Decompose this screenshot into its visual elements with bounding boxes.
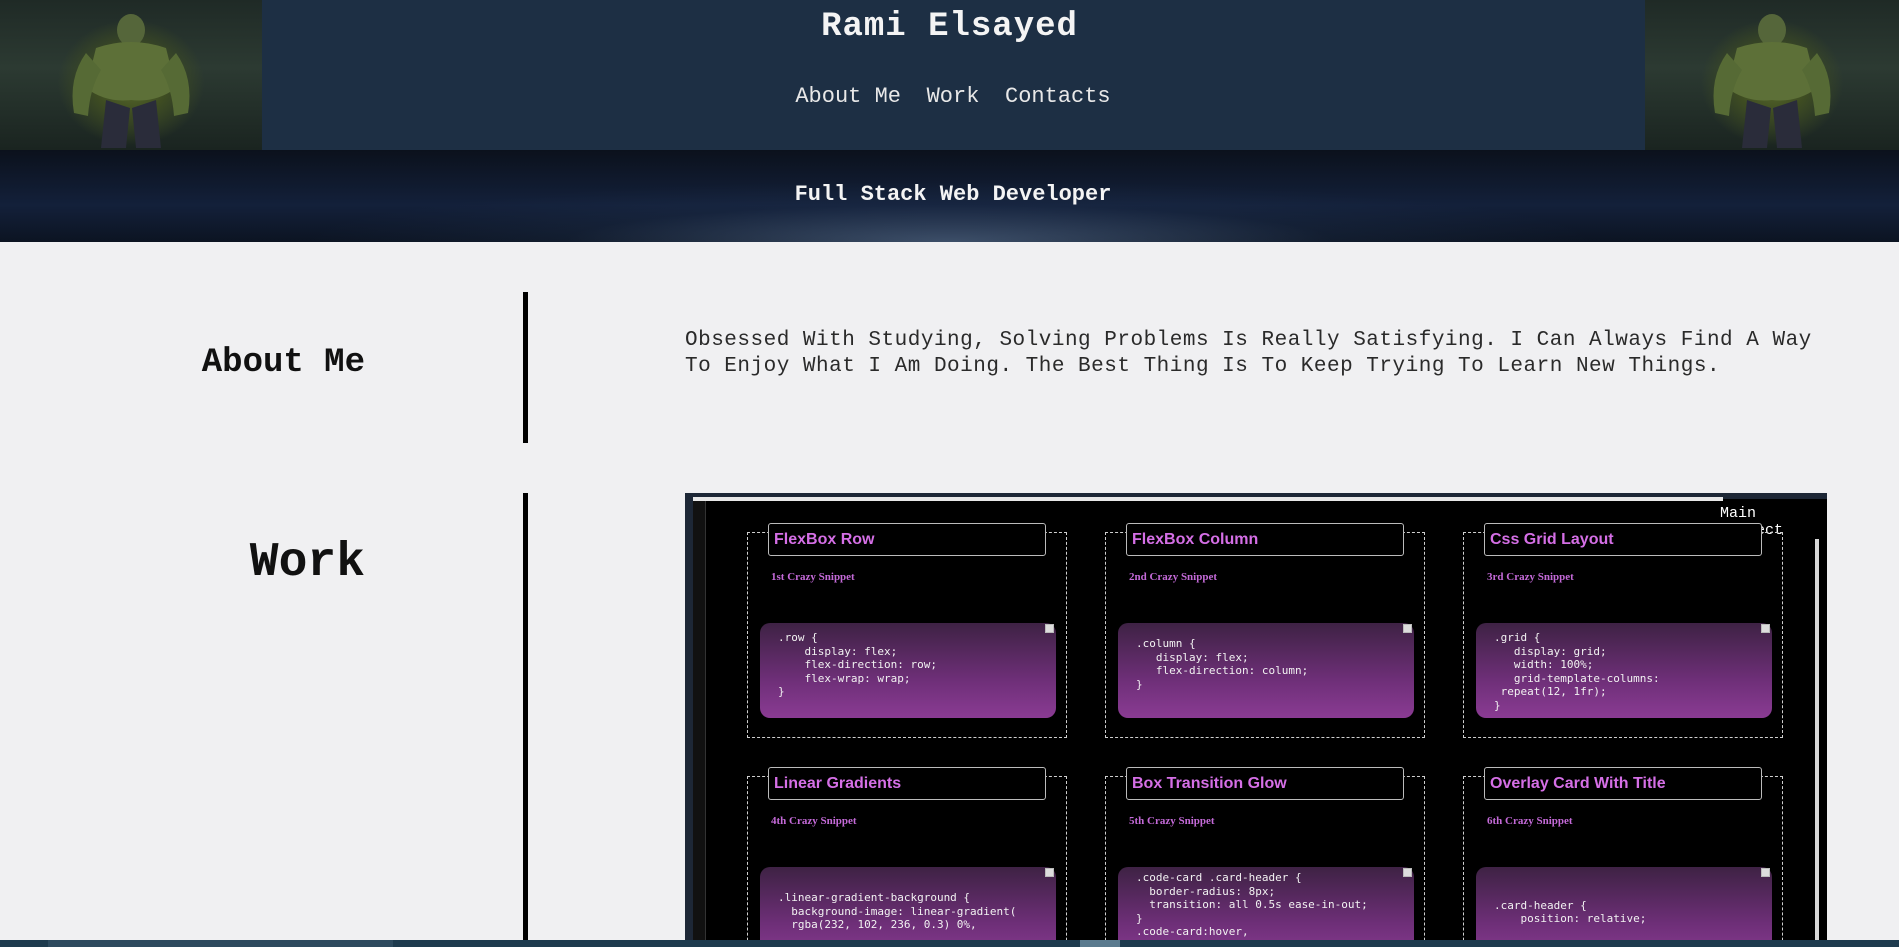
card-title: Overlay Card With Title [1484,767,1762,800]
taskbar-item[interactable] [48,940,393,947]
site-title: Rami Elsayed [821,8,1078,46]
about-heading: About Me [201,344,365,382]
card-title: FlexBox Row [768,523,1046,556]
copy-icon[interactable] [1761,624,1770,633]
os-taskbar [0,940,1899,947]
snippet-card[interactable]: Box Transition Glow 5th Crazy Snippet .c… [1105,767,1425,947]
tagline-text: Full Stack Web Developer [794,182,1112,207]
preview-sidebar [693,499,706,947]
code-snippet: .linear-gradient-background { background… [760,867,1056,947]
tagline-banner: Full Stack Web Developer [0,150,1899,242]
card-title: Box Transition Glow [1126,767,1404,800]
card-title: FlexBox Column [1126,523,1404,556]
card-title: Css Grid Layout [1484,523,1762,556]
code-snippet: .card-header { position: relative; [1476,867,1772,947]
about-text: Obsessed With Studying, Solving Problems… [685,329,1812,378]
copy-icon[interactable] [1045,868,1054,877]
code-snippet: .grid { display: grid; width: 100%; grid… [1476,623,1772,718]
site-header: Rami Elsayed About Me Work Contacts [0,0,1899,150]
card-subtitle: 4th Crazy Snippet [771,815,857,827]
work-divider [523,493,528,947]
snippet-card[interactable]: FlexBox Row 1st Crazy Snippet .row { dis… [747,523,1067,738]
taskbar-item[interactable] [1080,940,1120,947]
preview-topbar [693,497,1723,501]
project-preview[interactable]: Main Project FlexBox Row 1st Crazy Snipp… [685,493,1827,947]
snippet-card[interactable]: Overlay Card With Title 6th Crazy Snippe… [1463,767,1783,947]
card-subtitle: 2nd Crazy Snippet [1129,571,1218,583]
card-subtitle: 1st Crazy Snippet [771,571,855,583]
work-heading: Work [249,536,365,590]
nav-link-contacts[interactable]: Contacts [1005,84,1111,109]
card-title: Linear Gradients [768,767,1046,800]
snippet-card[interactable]: Css Grid Layout 3rd Crazy Snippet .grid … [1463,523,1783,738]
copy-icon[interactable] [1403,868,1412,877]
about-divider [523,292,528,443]
snippet-card[interactable]: Linear Gradients 4th Crazy Snippet .line… [747,767,1067,947]
code-snippet: .code-card .card-header { border-radius:… [1118,867,1414,947]
code-snippet: .row { display: flex; flex-direction: ro… [760,623,1056,718]
card-subtitle: 6th Crazy Snippet [1487,815,1573,827]
nav-link-about[interactable]: About Me [795,84,901,109]
copy-icon[interactable] [1403,624,1412,633]
copy-icon[interactable] [1761,868,1770,877]
main-nav: About Me Work Contacts [0,84,1899,109]
nav-link-work[interactable]: Work [927,84,980,109]
code-snippet: .column { display: flex; flex-direction:… [1118,623,1414,718]
snippet-card[interactable]: FlexBox Column 2nd Crazy Snippet .column… [1105,523,1425,738]
card-subtitle: 3rd Crazy Snippet [1487,571,1574,583]
copy-icon[interactable] [1045,624,1054,633]
card-subtitle: 5th Crazy Snippet [1129,815,1215,827]
preview-scrollbar[interactable] [1815,538,1819,947]
